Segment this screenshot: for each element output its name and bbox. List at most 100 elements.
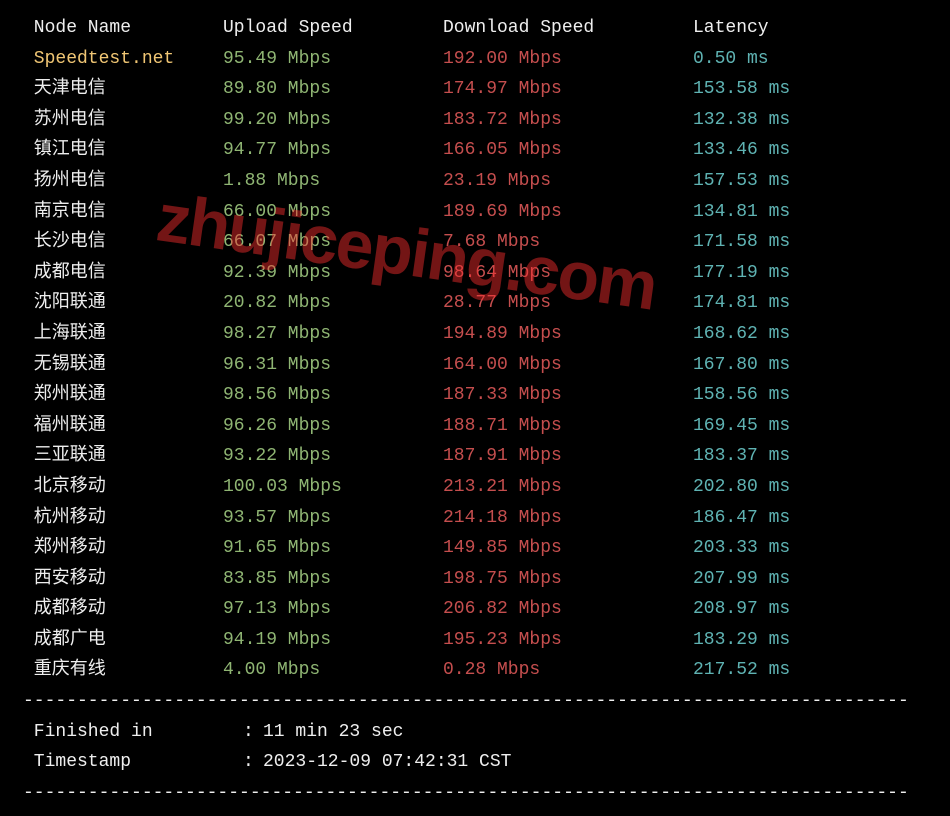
node-name: 郑州联通: [23, 380, 223, 411]
latency: 208.97 ms: [693, 594, 927, 625]
download-speed: 194.89 Mbps: [443, 319, 693, 350]
latency: 157.53 ms: [693, 166, 927, 197]
data-row: 天津电信89.80 Mbps174.97 Mbps153.58 ms: [23, 74, 927, 105]
node-name: 三亚联通: [23, 441, 223, 472]
download-speed: 187.91 Mbps: [443, 441, 693, 472]
latency: 134.81 ms: [693, 197, 927, 228]
download-speed: 188.71 Mbps: [443, 411, 693, 442]
upload-speed: 93.22 Mbps: [223, 441, 443, 472]
upload-speed: 89.80 Mbps: [223, 74, 443, 105]
download-speed: 0.28 Mbps: [443, 655, 693, 686]
latency: 207.99 ms: [693, 564, 927, 595]
latency: 169.45 ms: [693, 411, 927, 442]
download-speed: 195.23 Mbps: [443, 625, 693, 656]
node-name: 镇江电信: [23, 135, 223, 166]
latency: 0.50 ms: [693, 44, 927, 75]
latency: 167.80 ms: [693, 350, 927, 381]
data-row: 扬州电信1.88 Mbps23.19 Mbps157.53 ms: [23, 166, 927, 197]
node-name: 北京移动: [23, 472, 223, 503]
timestamp-row: Timestamp : 2023-12-09 07:42:31 CST: [23, 747, 927, 778]
colon: :: [243, 717, 263, 748]
data-row: 郑州联通98.56 Mbps187.33 Mbps158.56 ms: [23, 380, 927, 411]
upload-speed: 94.77 Mbps: [223, 135, 443, 166]
upload-speed: 100.03 Mbps: [223, 472, 443, 503]
download-speed: 192.00 Mbps: [443, 44, 693, 75]
download-speed: 166.05 Mbps: [443, 135, 693, 166]
terminal-output: Node Name Upload Speed Download Speed La…: [5, 5, 945, 816]
node-name: 福州联通: [23, 411, 223, 442]
colon: :: [243, 747, 263, 778]
data-row: 西安移动83.85 Mbps198.75 Mbps207.99 ms: [23, 564, 927, 595]
speedtest-row: Speedtest.net 95.49 Mbps 192.00 Mbps 0.5…: [23, 44, 927, 75]
upload-speed: 96.31 Mbps: [223, 350, 443, 381]
latency: 153.58 ms: [693, 74, 927, 105]
header-latency: Latency: [693, 13, 927, 44]
data-row: 成都广电94.19 Mbps195.23 Mbps183.29 ms: [23, 625, 927, 656]
download-speed: 198.75 Mbps: [443, 564, 693, 595]
header-download: Download Speed: [443, 13, 693, 44]
node-name: 沈阳联通: [23, 288, 223, 319]
data-row: 长沙电信66.07 Mbps7.68 Mbps171.58 ms: [23, 227, 927, 258]
node-name: 长沙电信: [23, 227, 223, 258]
data-row: 郑州移动91.65 Mbps149.85 Mbps203.33 ms: [23, 533, 927, 564]
divider-line: ----------------------------------------…: [23, 686, 927, 717]
node-name: Speedtest.net: [23, 44, 223, 75]
download-speed: 189.69 Mbps: [443, 197, 693, 228]
download-speed: 164.00 Mbps: [443, 350, 693, 381]
download-speed: 149.85 Mbps: [443, 533, 693, 564]
download-speed: 183.72 Mbps: [443, 105, 693, 136]
data-row: 杭州移动93.57 Mbps214.18 Mbps186.47 ms: [23, 503, 927, 534]
latency: 158.56 ms: [693, 380, 927, 411]
latency: 186.47 ms: [693, 503, 927, 534]
data-row: 沈阳联通20.82 Mbps28.77 Mbps174.81 ms: [23, 288, 927, 319]
download-speed: 206.82 Mbps: [443, 594, 693, 625]
node-name: 南京电信: [23, 197, 223, 228]
latency: 132.38 ms: [693, 105, 927, 136]
download-speed: 174.97 Mbps: [443, 74, 693, 105]
node-name: 成都广电: [23, 625, 223, 656]
download-speed: 98.64 Mbps: [443, 258, 693, 289]
timestamp-label: Timestamp: [23, 747, 243, 778]
upload-speed: 66.00 Mbps: [223, 197, 443, 228]
header-node: Node Name: [23, 13, 223, 44]
node-name: 扬州电信: [23, 166, 223, 197]
data-row: 南京电信66.00 Mbps189.69 Mbps134.81 ms: [23, 197, 927, 228]
node-name: 无锡联通: [23, 350, 223, 381]
download-speed: 7.68 Mbps: [443, 227, 693, 258]
node-name: 郑州移动: [23, 533, 223, 564]
data-row: 成都电信92.39 Mbps98.64 Mbps177.19 ms: [23, 258, 927, 289]
upload-speed: 98.27 Mbps: [223, 319, 443, 350]
data-row: 镇江电信94.77 Mbps166.05 Mbps133.46 ms: [23, 135, 927, 166]
latency: 217.52 ms: [693, 655, 927, 686]
divider-line: ----------------------------------------…: [23, 778, 927, 809]
node-name: 天津电信: [23, 74, 223, 105]
finished-row: Finished in : 11 min 23 sec: [23, 717, 927, 748]
upload-speed: 95.49 Mbps: [223, 44, 443, 75]
upload-speed: 83.85 Mbps: [223, 564, 443, 595]
latency: 202.80 ms: [693, 472, 927, 503]
latency: 183.37 ms: [693, 441, 927, 472]
download-speed: 187.33 Mbps: [443, 380, 693, 411]
data-row: 上海联通98.27 Mbps194.89 Mbps168.62 ms: [23, 319, 927, 350]
upload-speed: 99.20 Mbps: [223, 105, 443, 136]
upload-speed: 1.88 Mbps: [223, 166, 443, 197]
node-name: 杭州移动: [23, 503, 223, 534]
upload-speed: 20.82 Mbps: [223, 288, 443, 319]
download-speed: 213.21 Mbps: [443, 472, 693, 503]
latency: 183.29 ms: [693, 625, 927, 656]
timestamp-value: 2023-12-09 07:42:31 CST: [263, 747, 511, 778]
data-row: 三亚联通93.22 Mbps187.91 Mbps183.37 ms: [23, 441, 927, 472]
data-row: 北京移动100.03 Mbps213.21 Mbps202.80 ms: [23, 472, 927, 503]
node-name: 苏州电信: [23, 105, 223, 136]
latency: 174.81 ms: [693, 288, 927, 319]
header-row: Node Name Upload Speed Download Speed La…: [23, 13, 927, 44]
latency: 133.46 ms: [693, 135, 927, 166]
data-row: 重庆有线4.00 Mbps0.28 Mbps217.52 ms: [23, 655, 927, 686]
upload-speed: 66.07 Mbps: [223, 227, 443, 258]
node-name: 成都移动: [23, 594, 223, 625]
data-row: 成都移动97.13 Mbps206.82 Mbps208.97 ms: [23, 594, 927, 625]
finished-value: 11 min 23 sec: [263, 717, 403, 748]
upload-speed: 94.19 Mbps: [223, 625, 443, 656]
upload-speed: 98.56 Mbps: [223, 380, 443, 411]
download-speed: 214.18 Mbps: [443, 503, 693, 534]
